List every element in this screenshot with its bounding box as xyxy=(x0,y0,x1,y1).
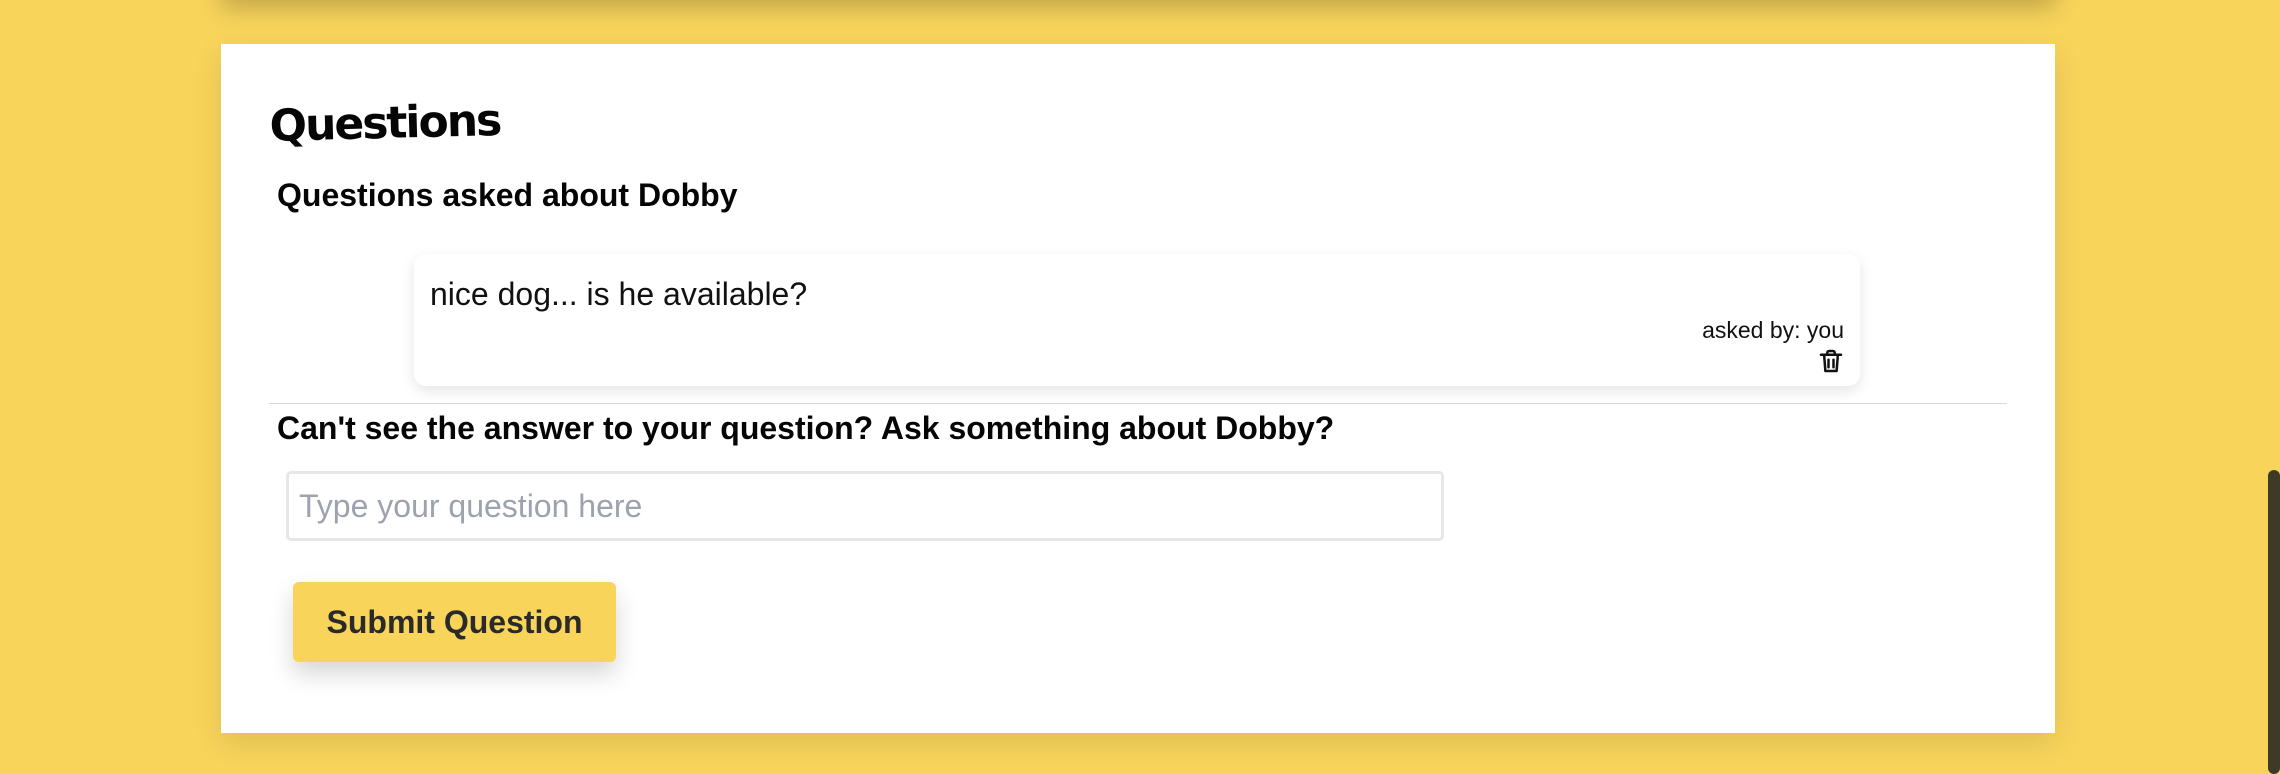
page-scrollbar[interactable] xyxy=(2268,470,2280,774)
question-input[interactable] xyxy=(286,471,1444,541)
questions-title: Questions xyxy=(269,94,501,152)
asked-by-label: asked by: you xyxy=(1702,317,1844,343)
ask-question-heading: Can't see the answer to your question? A… xyxy=(277,410,1335,446)
questions-subtitle: Questions asked about Dobby xyxy=(277,177,738,213)
section-divider xyxy=(269,403,2007,404)
questions-card: Questions Questions asked about Dobby ni… xyxy=(221,44,2055,733)
trash-icon[interactable] xyxy=(1816,346,1846,376)
question-text: nice dog... is he available? xyxy=(430,276,808,312)
question-list-item: nice dog... is he available? asked by: y… xyxy=(414,254,1860,386)
submit-question-button[interactable]: Submit Question xyxy=(293,582,616,662)
